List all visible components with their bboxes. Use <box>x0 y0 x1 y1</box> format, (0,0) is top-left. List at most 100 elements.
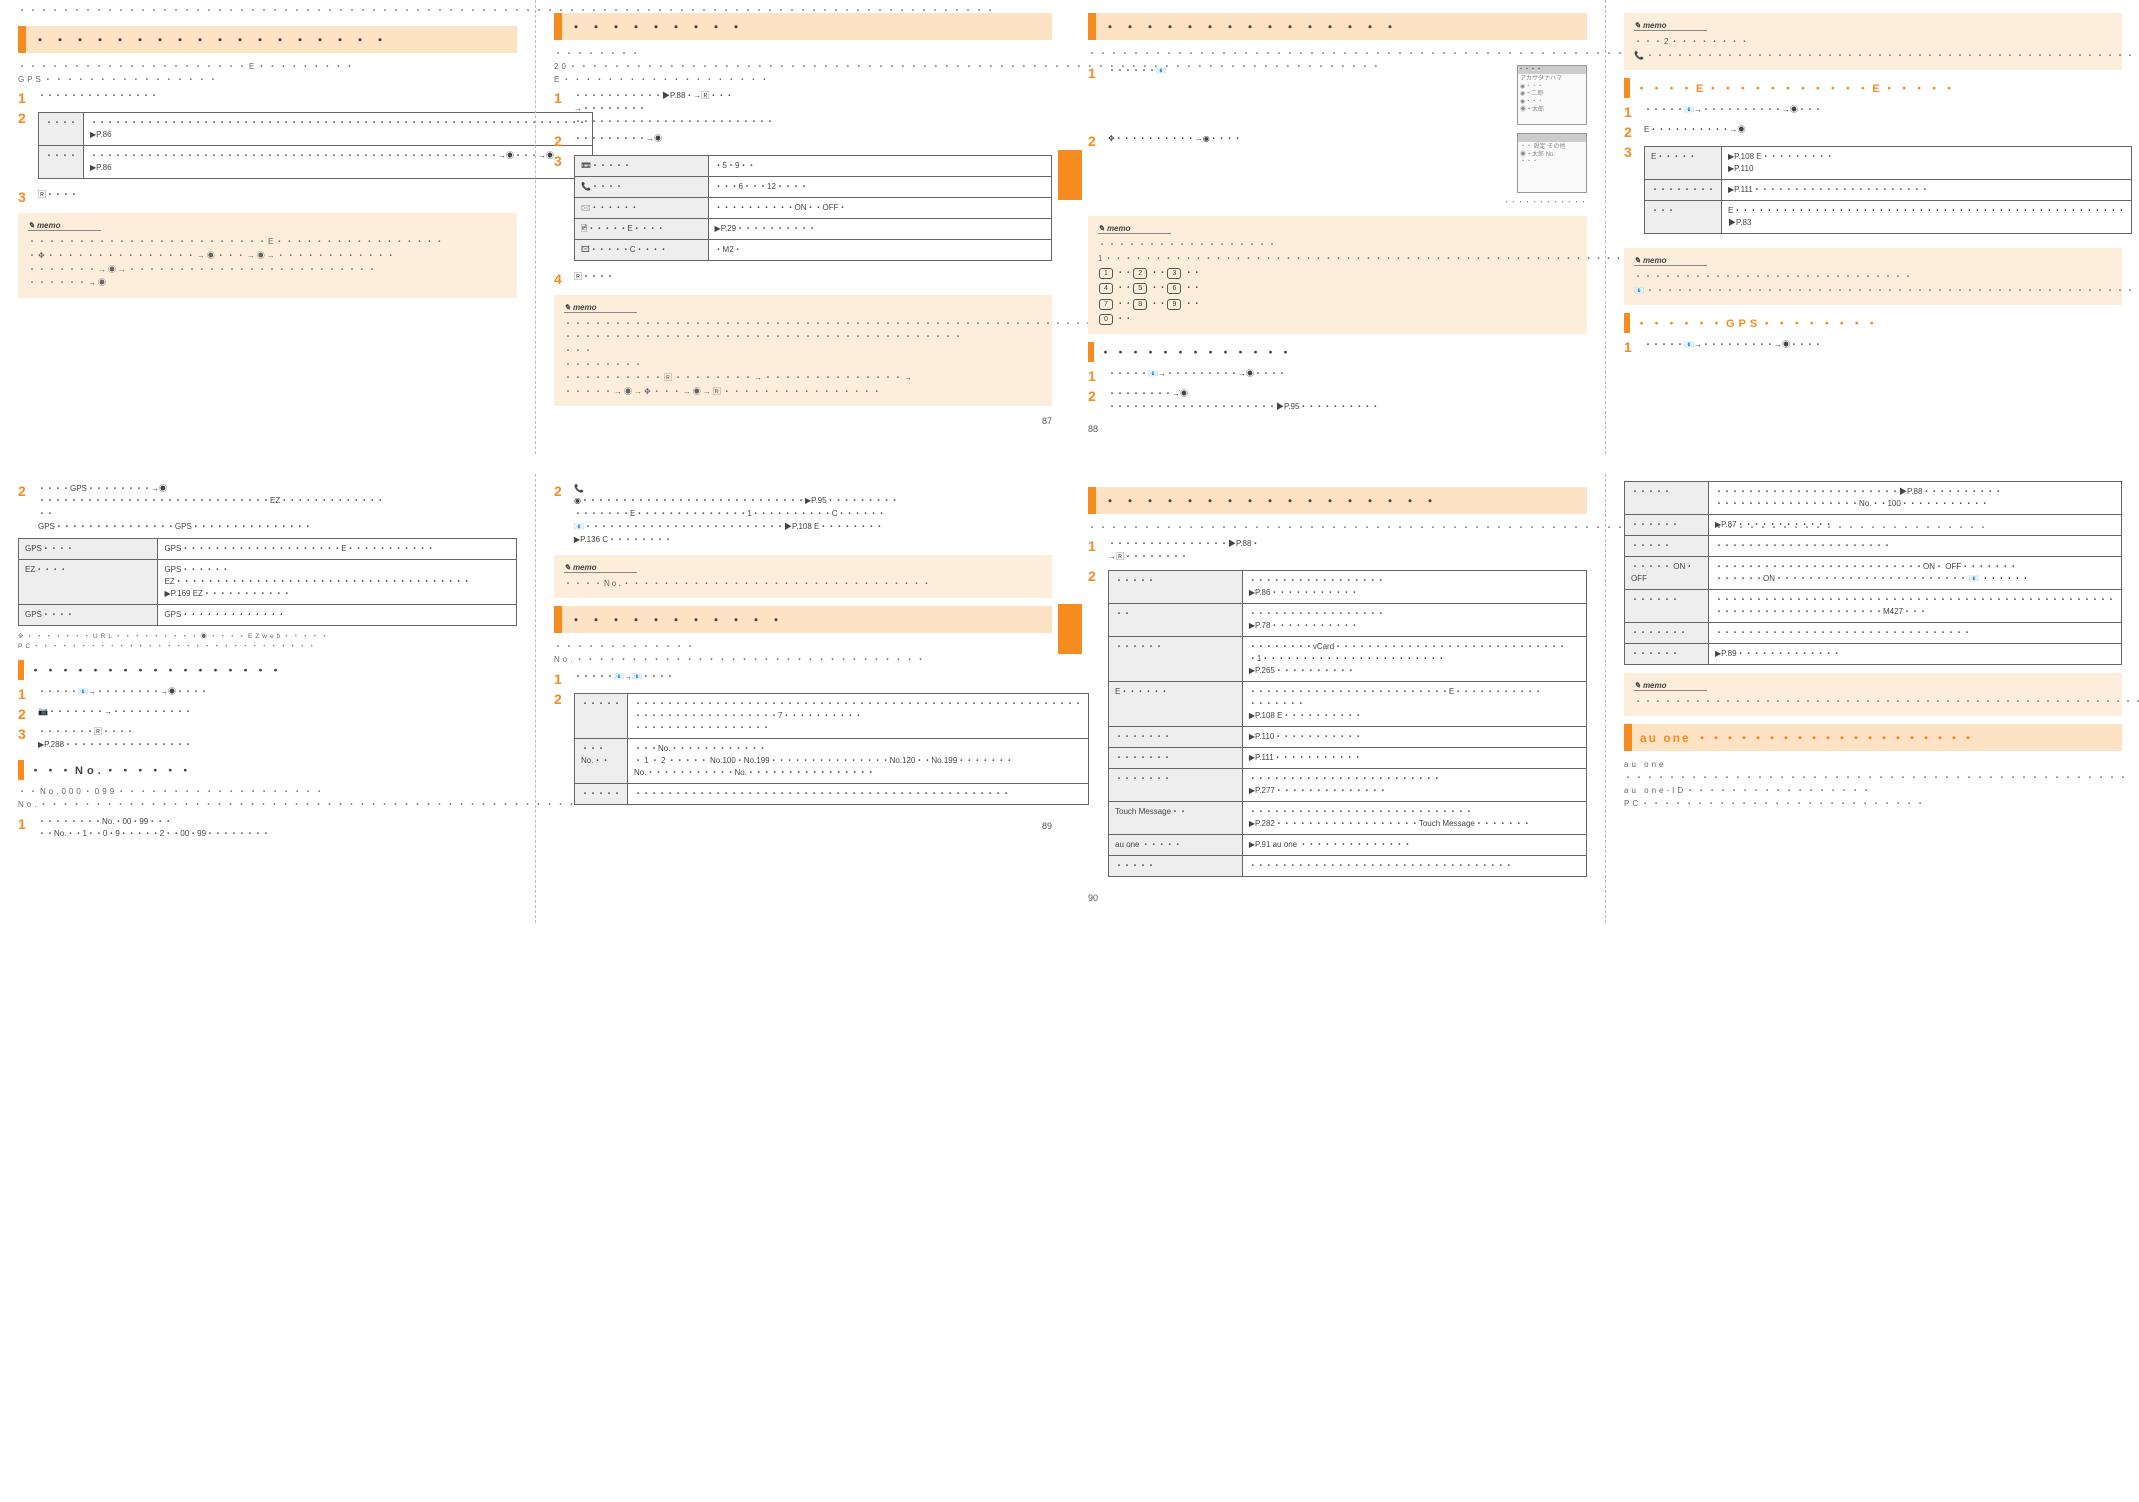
step-text: ・・・・・・・・・→◉ <box>574 133 1052 149</box>
step-text: 🅁・・・・ <box>574 271 1052 287</box>
keypad-key: 5 <box>1133 283 1147 294</box>
step-text: 📷・・・・・・・→・・・・・・・・・・ <box>38 706 517 722</box>
page-88-right: ・・・・・・・・・・・・・・・ ・・・・・・・・・・・・・・・・・・・・・・・・… <box>1070 0 1605 454</box>
step-text: ・・・・・📧→・・・・・・・・・→◉・・・・ <box>1108 368 1587 384</box>
step-number: 1 <box>1624 339 1638 355</box>
cell-value: GPS・・・・・・・・・・・・・・・・・・・・E・・・・・・・・・・・ <box>158 538 517 559</box>
cell-value: ▶P.108 E・・・・・・・・・ ▶P.110 <box>1722 147 2132 180</box>
keypad: 1 ・・2 ・・3 ・・4 ・・5 ・・6 ・・7 ・・8 ・・9 ・・0 ・・ <box>1098 265 1577 326</box>
page-number: 87 <box>554 416 1052 426</box>
step-text: ・・・・・📧→・・・・・・・・・→◉・・・・ <box>1644 339 2122 355</box>
step-number: 1 <box>1088 538 1102 564</box>
step-number: 2 <box>18 483 32 534</box>
cell-value: ・5・9・・ <box>708 155 1051 176</box>
step-number: 2 <box>554 691 568 811</box>
cell-value: GPS・・・・・・・・・・・・・ <box>158 604 517 625</box>
step-number: 1 <box>1088 65 1102 129</box>
side-tab <box>1070 604 1082 654</box>
screen-caption: ・・・・・・・・・・・・ <box>1108 197 1587 208</box>
step-number: 1 <box>18 686 32 702</box>
memo-p90b: memo ・・・・・・・・・・・・・・・・・・・・・・・・・・・・📧・・・・・・… <box>1624 248 2122 305</box>
subheading-p90b: ・・・・・・GPS・・・・・・・・ <box>1624 313 2122 333</box>
cell-label: ・・・・ <box>39 146 84 179</box>
cell-label: Touch Message・・ <box>1109 801 1243 834</box>
step-text: E・・・・・・・・・・→◉ <box>1644 124 2122 140</box>
spread-2: 2・・・・GPS・・・・・・・・→◉ ・・・・・・・・・・・・・・・・・・・・・… <box>0 474 2139 943</box>
cell-label: E・・・・・・ <box>1109 681 1243 726</box>
options-table-p87: ・・・・・・・・・・・・・・・・・・・・・・・・・・・・・・・・・・・・・・・・… <box>38 112 593 179</box>
memo-header: memo <box>1634 256 1707 266</box>
memo-body: ・・・・・・・・・・・・・・・・・・・・・・・・E・・・・・・・・・・・・・・・… <box>28 235 507 289</box>
step-number: 1 <box>1624 104 1638 120</box>
side-tab <box>1058 150 1070 200</box>
cell-label: 📞・・・・ <box>575 176 709 197</box>
keypad-key: 1 <box>1099 268 1113 279</box>
cell-value: ・・・・・・・・・・ON・・OFF・ <box>708 197 1051 218</box>
side-tab <box>1070 150 1082 200</box>
subheading-img: ・・・・・・・・・・・・・・・・・ <box>18 660 517 680</box>
cell-value: ・・・・・・・・・・・・・・・・・・・・・・・・・・・・・・・・・・・・・・・・… <box>628 783 1089 804</box>
cell-label: ・・・・・ <box>1109 570 1243 603</box>
cell-label: ・・・・・・ <box>1625 589 1709 622</box>
cell-label: ・・・・・・ <box>1625 514 1709 535</box>
body-auone: au one ・・・・・・・・・・・・・・・・・・・・・・・・・・・・・・・・・… <box>1624 759 2122 810</box>
keypad-key: 9 <box>1167 299 1181 310</box>
keypad-key: 2 <box>1133 268 1147 279</box>
step-text: ・・・・・・・・・・・・・・・ <box>38 90 517 106</box>
step-text: ・・・・・・📧 <box>1108 66 1166 75</box>
cell-value: ・・・・・・・・・・・・・・・・・・・・・・・・・・・・・・・・・・・・・・・・… <box>84 146 593 179</box>
body-90l: ・・・・・・・・・・・・・No.・・・・・・・・・・・・・・・・・・・・・・・・… <box>554 641 1052 667</box>
step-text: ・・・・・・・🅁・・・・ ▶P.288・・・・・・・・・・・・・・・・ <box>38 726 517 752</box>
step-number: 1 <box>554 671 568 687</box>
cell-value: ▶P.110・・・・・・・・・・・ <box>1242 726 1586 747</box>
keypad-key: 6 <box>1167 283 1181 294</box>
page-90-left: 2 📞 ◉・・・・・・・・・・・・・・・・・・・・・・・・・・・・▶P.95・・… <box>535 474 1070 923</box>
keypad-key: 0 <box>1099 314 1113 325</box>
screen-rows: ・・ 設定 その他 ◉・太郎 No. ・・・ <box>1518 142 1586 169</box>
cell-value: ・・・・・・・・・・・・・・・・・ ▶P.86・・・・・・・・・・・ <box>1242 570 1586 603</box>
step-number: 3 <box>1624 144 1638 240</box>
footnote: ※・・・・・・・URL・・・・・・・・・◉・・・・EZweb・・・・・PC・・・… <box>18 632 517 653</box>
screen-titlebar: ・・・・ <box>1518 66 1586 74</box>
subheading-text: ・・・・E・・・・・・・・・・・E・・・・・ <box>1636 83 1959 95</box>
page-number: 89 <box>554 821 1052 831</box>
heading-auone: au one ・・・・・・・・・・・・・・・・・・・・ <box>1624 724 2122 751</box>
cell-value: ・・・・・・・・・・・・・・・・・・・・・・・・・・・・・・・・・・・・・・・・… <box>1709 589 2122 622</box>
heading-p88: ・・・・・・・・・ <box>554 13 1052 40</box>
step-text: ・・・・・・・・→◉ ・・・・・・・・・・・・・・・・・・・・・▶P.95・・・… <box>1108 388 1587 414</box>
step-number: 2 <box>18 110 32 185</box>
memo-p87: memo ・・・・・・・・・・・・・・・・・・・・・・・・E・・・・・・・・・・… <box>18 213 517 297</box>
memo-body: ・・・・・・・・・・・・・・・・・・・・・・・・・・・・📧・・・・・・・・・・・… <box>1634 270 2112 297</box>
cell-value: ▶P.29・・・・・・・・・・ <box>708 218 1051 239</box>
step-text: ・・・・GPS・・・・・・・・→◉ ・・・・・・・・・・・・・・・・・・・・・・… <box>38 483 517 534</box>
cell-label: 🖂・・・・・・ <box>575 197 709 218</box>
cell-value: ・・・No.・・・・・・・・・・・・ ・ 1 ・ 2 ・・・・・ No.100・… <box>628 738 1089 783</box>
memo-header: memo <box>564 303 637 313</box>
step-text: ・・・・・・・・・・・・・・・▶P.88・ →🅁・・・・・・・・ <box>1108 538 1587 564</box>
cell-label: E・・・・・ <box>1645 147 1722 180</box>
step-number: 1 <box>18 816 32 842</box>
memo-92: memo ・・・・・・・・・・・・・・・・・・・・・・・・・・・・・・・・・・・… <box>1624 673 2122 717</box>
step-number: 3 <box>18 189 32 205</box>
memo-p90a: memo ・・・2・・・・・・・・📞・・・・・・・・・・・・・・・・・・・・・・… <box>1624 13 2122 70</box>
page-89-bottom: 2・・・・GPS・・・・・・・・→◉ ・・・・・・・・・・・・・・・・・・・・・… <box>0 474 535 923</box>
cell-label: ・・・・・・ <box>1625 643 1709 664</box>
cell-value: ▶P.91 au one ・・・・・・・・・・・・・・ <box>1242 834 1586 855</box>
options-table-p90a: E・・・・・▶P.108 E・・・・・・・・・ ▶P.110・・・・・・・・▶P… <box>1644 146 2132 234</box>
cell-value: ・・・・・・・・・・・・・・・・・・・・・・・・・・・・・・・・ <box>1709 622 2122 643</box>
cell-value: ・・・・・・・・・・・・・・・・・・・・・・・・・・・・ ▶P.282・・・・・… <box>1242 801 1586 834</box>
cell-value: ・・・・・・・・・・・・・・・・・・・・・・・・・・・・・・・・・ <box>1242 855 1586 876</box>
body-p87: ・・・・・・・・・・・・・・・・・・・・・E・・・・・・・・・GPS・・・・・・… <box>18 61 517 87</box>
options-table-p88: 📼・・・・・・5・9・・📞・・・・・・・6・・・12・・・・🖂・・・・・・・・・… <box>574 155 1052 261</box>
memo-header: memo <box>28 221 101 231</box>
options-table-90l: ・・・・・・・・・・・・・・・・・・・・・・・・・・・・・・・・・・・・・・・・… <box>574 693 1089 805</box>
cell-label: 🖻・・・・・E・・・・ <box>575 218 709 239</box>
subheading-text: ・・・・・・GPS・・・・・・・・ <box>1636 318 1881 330</box>
cell-label: ・・・・・・ <box>1109 636 1243 681</box>
memo-p88: memo ・・・・・・・・・・・・・・・・・・・・・・・・・・・・・・・・・・・… <box>554 295 1052 407</box>
body-no: ・・No.000・099・・・・・・・・・・・・・・・・・・・No.・・・・・・… <box>18 786 517 812</box>
cell-label: ・・・・・ <box>1625 481 1709 514</box>
cell-value: ・・・・・・・・vCard・・・・・・・・・・・・・・・・・・・・・・・・・・・… <box>1242 636 1586 681</box>
memo-header: memo <box>564 563 637 573</box>
memo-header: memo <box>1634 21 1707 31</box>
